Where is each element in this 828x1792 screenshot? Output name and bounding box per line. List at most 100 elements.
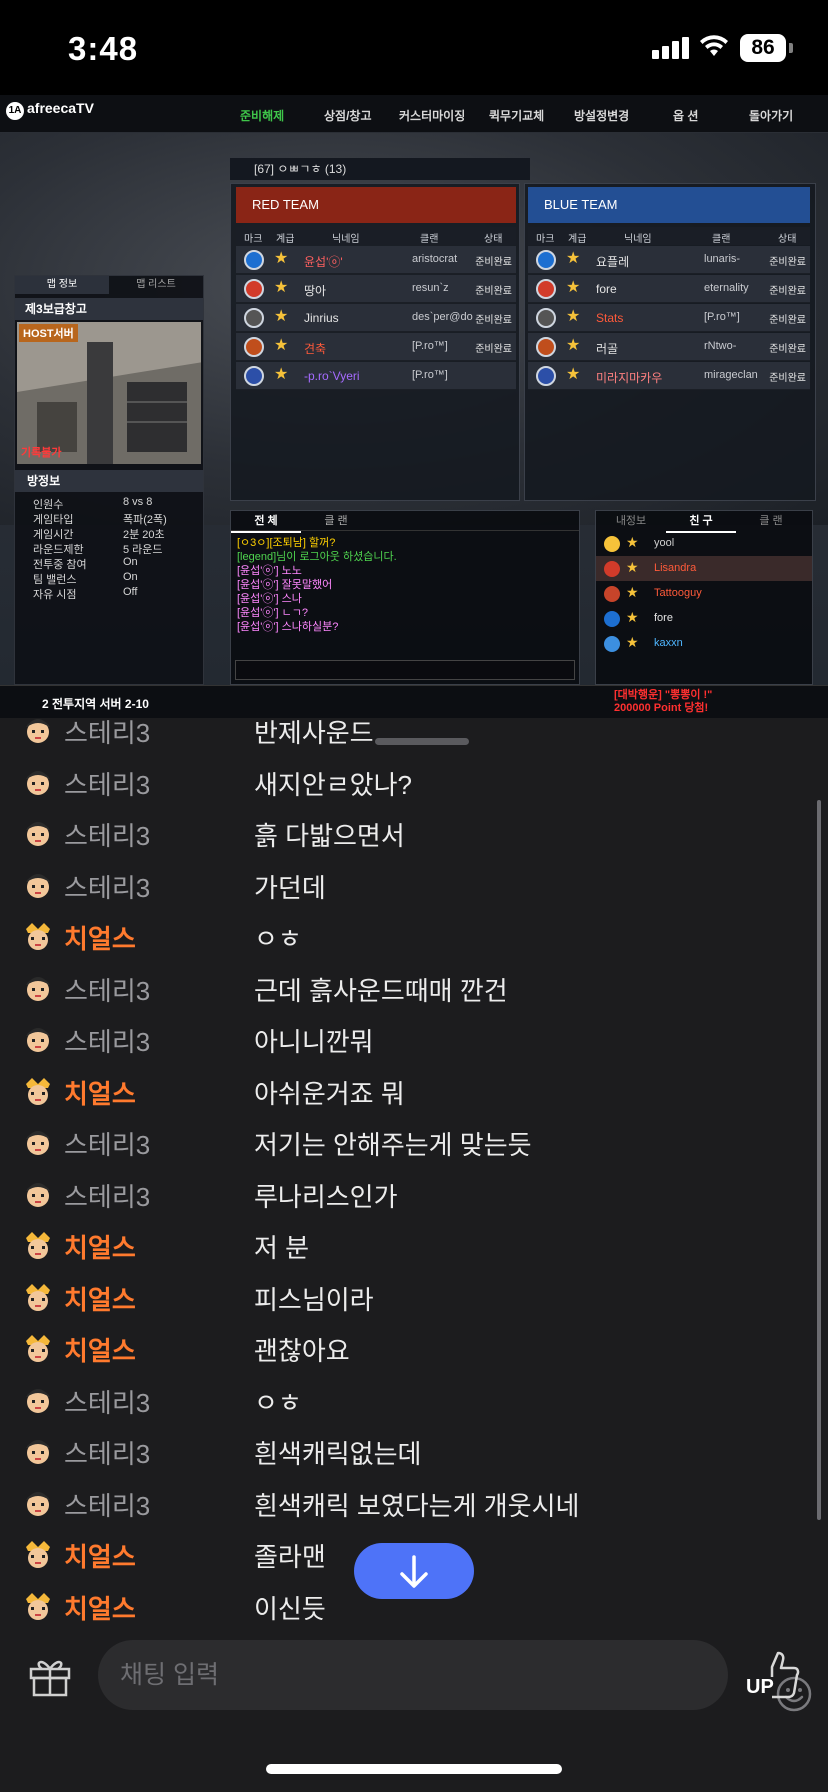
chat-text: 새지안ㄹ았나? [254, 769, 412, 800]
record-disabled-label: 기록불가 [21, 447, 62, 459]
chat-message[interactable]: 스테리3 흙 다밟으면서 [0, 805, 828, 856]
chat-input-field[interactable] [98, 1640, 812, 1712]
menu-quick-weapon[interactable]: 퀵무기교체 [489, 107, 544, 124]
chat-message[interactable]: 치얼스 피스님이라 [0, 1269, 828, 1320]
chat-message[interactable]: 치얼스 저 분 [0, 1217, 828, 1268]
chat-username[interactable]: 스테리3 [64, 868, 150, 905]
scroll-down-button[interactable] [354, 1543, 474, 1599]
chat-message[interactable]: 치얼스 괜찮아요 [0, 1320, 828, 1371]
server-label: 2 전투지역 서버 2-10 [42, 697, 149, 711]
chat-username[interactable]: 스테리3 [64, 765, 150, 802]
chat-text: 가던데 [254, 872, 326, 903]
chat-username[interactable]: 치얼스 [64, 1589, 136, 1624]
player-status: 준비완료 [769, 315, 806, 326]
chat-username[interactable]: 스테리3 [64, 1434, 150, 1471]
chat-username[interactable]: 치얼스 [64, 1280, 136, 1317]
menu-customize[interactable]: 커스터마이징 [399, 107, 465, 124]
player-clan: aristocrat [412, 253, 458, 265]
chat-message[interactable]: 스테리3 ㅇㅎ [0, 1372, 828, 1423]
tab-chat-clan[interactable]: 클 랜 [301, 511, 371, 531]
chat-username[interactable]: 스테리3 [64, 816, 150, 853]
chat-message[interactable]: 스테리3 아니니깐뭐 [0, 1011, 828, 1062]
chat-username[interactable]: 스테리3 [64, 1125, 150, 1162]
player-row[interactable]: ★ fore eternality 준비완료 [528, 275, 810, 303]
friend-row[interactable]: ★ fore [596, 606, 812, 631]
player-row[interactable]: ★ 러골 rNtwo- 준비완료 [528, 333, 810, 361]
rank-star-icon: ★ [626, 534, 639, 550]
friend-row[interactable]: ★ kaxxn [596, 631, 812, 656]
tab-friends[interactable]: 친 구 [666, 511, 736, 533]
player-name: 견축 [304, 342, 327, 356]
game-chat-line: [윤섭'ⓞ'] 노노 [237, 565, 302, 577]
tab-map-list[interactable]: 맵 리스트 [109, 276, 203, 294]
gift-icon[interactable] [28, 1655, 72, 1697]
player-name: 요플레 [596, 255, 630, 269]
chat-username[interactable]: 치얼스 [64, 1331, 136, 1368]
menu-ready-cancel[interactable]: 준비해제 [240, 107, 284, 124]
vip-crown-avatar-icon [22, 1331, 54, 1363]
live-chat-list[interactable]: 스테리3 반제사운드 스테리3 새지안ㄹ았나? 스테리3 흙 다밟으면서 스테리3 가던데 치얼… [0, 718, 828, 1623]
friends-list: ★ yool ★ Lisandra ★ Tattooguy ★ fore ★ kaxxn [596, 531, 812, 656]
friend-row[interactable]: ★ yool [596, 531, 812, 556]
player-name: 윤섭'ⓞ' [304, 255, 343, 269]
user-avatar-icon [22, 718, 54, 745]
player-row[interactable]: ★ 견축 [P.ro™] 준비완료 [236, 333, 516, 361]
player-row[interactable]: ★ 땅아 resun`z 준비완료 [236, 275, 516, 303]
menu-shop[interactable]: 상점/창고 [324, 107, 372, 124]
drag-handle[interactable] [375, 738, 469, 745]
clan-mark-icon [244, 250, 264, 270]
menu-back[interactable]: 돌아가기 [749, 107, 793, 124]
player-name: 미라지마카우 [596, 371, 663, 385]
game-chat-input[interactable] [235, 660, 575, 680]
chat-message[interactable]: 스테리3 반제사운드 [0, 718, 828, 753]
chat-username[interactable]: 스테리3 [64, 1022, 150, 1059]
chat-username[interactable]: 스테리3 [64, 718, 150, 750]
tab-clan[interactable]: 클 랜 [736, 511, 806, 531]
map-name: 제3보급창고 [15, 298, 203, 320]
chat-text: ㅇㅎ [254, 1387, 302, 1418]
user-avatar-icon [22, 1125, 54, 1157]
room-info-key: 자유 시점 [33, 589, 77, 601]
chat-message[interactable]: 치얼스 ㅇㅎ [0, 908, 828, 959]
chat-username[interactable]: 치얼스 [64, 1074, 136, 1111]
player-row[interactable]: ★ Jinrius des`per@do 준비완료 [236, 304, 516, 332]
up-button[interactable]: UP [746, 1647, 802, 1705]
chat-message[interactable]: 스테리3 저기는 안해주는게 맞는듯 [0, 1114, 828, 1165]
tab-my-info[interactable]: 내정보 [596, 511, 666, 531]
chat-scrollbar[interactable] [817, 800, 821, 1520]
friend-row[interactable]: ★ Tattooguy [596, 581, 812, 606]
game-bottom-bar: 2 전투지역 서버 2-10 [대박행운] "뽕뽕이 !" 200000 Poi… [0, 685, 828, 718]
player-name: fore [596, 282, 617, 296]
menu-options[interactable]: 옵 션 [673, 107, 698, 124]
menu-room-settings[interactable]: 방설정변경 [574, 107, 629, 124]
player-row[interactable]: ★ 미라지마카우 mirageclan 준비완료 [528, 362, 810, 390]
chat-message[interactable]: 스테리3 근데 흙사운드때매 깐건 [0, 960, 828, 1011]
player-status: 준비완료 [475, 257, 512, 268]
chat-message[interactable]: 스테리3 흰색캐릭 보였다는게 개웃시네 [0, 1475, 828, 1526]
chat-username[interactable]: 스테리3 [64, 1486, 150, 1523]
chat-message[interactable]: 스테리3 가던데 [0, 857, 828, 908]
player-clan: resun`z [412, 282, 449, 294]
video-player[interactable]: 1A afreecaTV 준비해제 상점/창고 커스터마이징 퀵무기교체 방설정변… [0, 95, 828, 718]
chat-message[interactable]: 스테리3 루나리스인가 [0, 1166, 828, 1217]
room-info-value: 폭파(2폭) [123, 514, 167, 526]
chat-username[interactable]: 스테리3 [64, 971, 150, 1008]
player-row[interactable]: ★ 윤섭'ⓞ' aristocrat 준비완료 [236, 246, 516, 274]
chat-message[interactable]: 스테리3 새지안ㄹ았나? [0, 754, 828, 805]
chat-username[interactable]: 스테리3 [64, 1383, 150, 1420]
player-row[interactable]: ★ Stats [P.ro™] 준비완료 [528, 304, 810, 332]
chat-username[interactable]: 치얼스 [64, 1228, 136, 1265]
friend-row[interactable]: ★ Lisandra [596, 556, 812, 581]
chat-username[interactable]: 치얼스 [64, 1537, 136, 1574]
chat-username[interactable]: 스테리3 [64, 1177, 150, 1214]
player-row[interactable]: ★ 요플레 lunaris- 준비완료 [528, 246, 810, 274]
tab-map-info[interactable]: 맵 정보 [15, 276, 109, 294]
chat-input[interactable] [120, 1658, 660, 1692]
tab-chat-all[interactable]: 전 체 [231, 511, 301, 533]
room-info-value: On [123, 556, 138, 568]
chat-message[interactable]: 스테리3 흰색캐릭없는데 [0, 1423, 828, 1474]
chat-username[interactable]: 치얼스 [64, 919, 136, 956]
rank-star-icon: ★ [626, 609, 639, 625]
player-row[interactable]: ★ -p.ro`Vyeri [P.ro™] [236, 362, 516, 390]
chat-message[interactable]: 치얼스 아쉬운거죠 뭐 [0, 1063, 828, 1114]
